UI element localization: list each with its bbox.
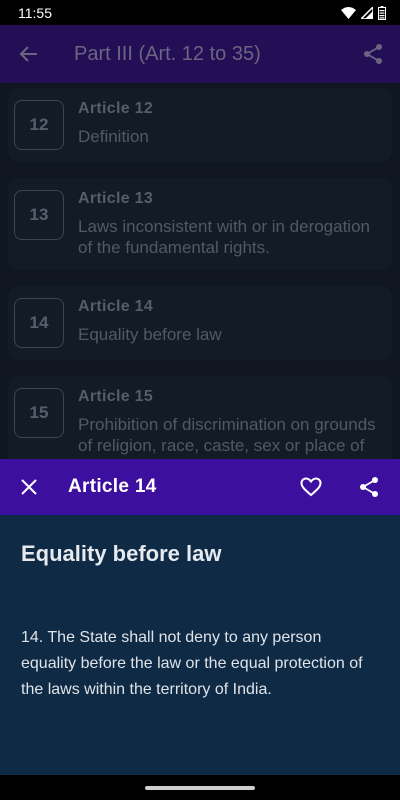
- article-card-15[interactable]: 15 Article 15 Prohibition of discriminat…: [8, 376, 392, 459]
- article-card-12[interactable]: 12 Article 12 Definition: [8, 88, 392, 162]
- arrow-left-icon: [19, 46, 37, 62]
- article-title: Article 14: [78, 298, 154, 315]
- article-number-badge: 14: [14, 298, 64, 348]
- close-icon: [21, 479, 37, 495]
- article-number-badge: 13: [14, 190, 64, 240]
- article-card-14[interactable]: 14 Article 14 Equality before law: [8, 286, 392, 360]
- status-bar: 11:55: [0, 0, 400, 25]
- article-body-text: 14. The State shall not deny to any pers…: [21, 629, 363, 698]
- article-card-text: Article 12 Definition: [78, 100, 153, 147]
- article-description: Prohibition of discrimination on grounds…: [78, 415, 376, 459]
- article-description: Definition: [78, 127, 149, 146]
- page-title: Part III (Art. 12 to 35): [74, 42, 261, 65]
- share-icon: [364, 44, 382, 64]
- article-title: Article 13: [78, 190, 154, 207]
- favorite-button[interactable]: [298, 474, 324, 500]
- close-button[interactable]: [18, 476, 40, 498]
- app-bar: Part III (Art. 12 to 35): [0, 25, 400, 83]
- article-card-text: Article 15 Prohibition of discrimination…: [78, 388, 382, 459]
- sheet-title: Article 14: [68, 476, 157, 497]
- article-title: Article 12: [78, 100, 154, 117]
- article-description: Laws inconsistent with or in derogation …: [78, 217, 370, 257]
- status-time: 11:55: [18, 4, 52, 21]
- article-card-text: Article 13 Laws inconsistent with or in …: [78, 190, 382, 258]
- battery-icon: [378, 5, 386, 20]
- article-title: Article 15: [78, 388, 154, 405]
- article-detail-sheet: Article 14 Equality before law 14. The S…: [0, 459, 400, 775]
- share-icon: [360, 477, 378, 497]
- signal-icon: [361, 6, 373, 19]
- sheet-share-button[interactable]: [356, 474, 382, 500]
- article-card-13[interactable]: 13 Article 13 Laws inconsistent with or …: [8, 178, 392, 270]
- status-icons: [341, 5, 386, 20]
- article-heading: Equality before law: [21, 541, 222, 566]
- sheet-toolbar: Article 14: [0, 459, 400, 515]
- heart-outline-icon: [300, 477, 322, 497]
- back-button[interactable]: [16, 41, 42, 67]
- navigation-bar: [0, 775, 400, 800]
- article-number-badge: 12: [14, 100, 64, 150]
- article-list-page: Part III (Art. 12 to 35) 12 Article 12 D…: [0, 25, 400, 459]
- article-card-text: Article 14 Equality before law: [78, 298, 222, 345]
- article-number-badge: 15: [14, 388, 64, 438]
- article-description: Equality before law: [78, 325, 222, 344]
- home-gesture-handle[interactable]: [145, 785, 255, 790]
- share-button[interactable]: [360, 41, 386, 67]
- wifi-icon: [341, 6, 356, 19]
- article-list: 12 Article 12 Definition 13 Article 13 L…: [0, 83, 400, 459]
